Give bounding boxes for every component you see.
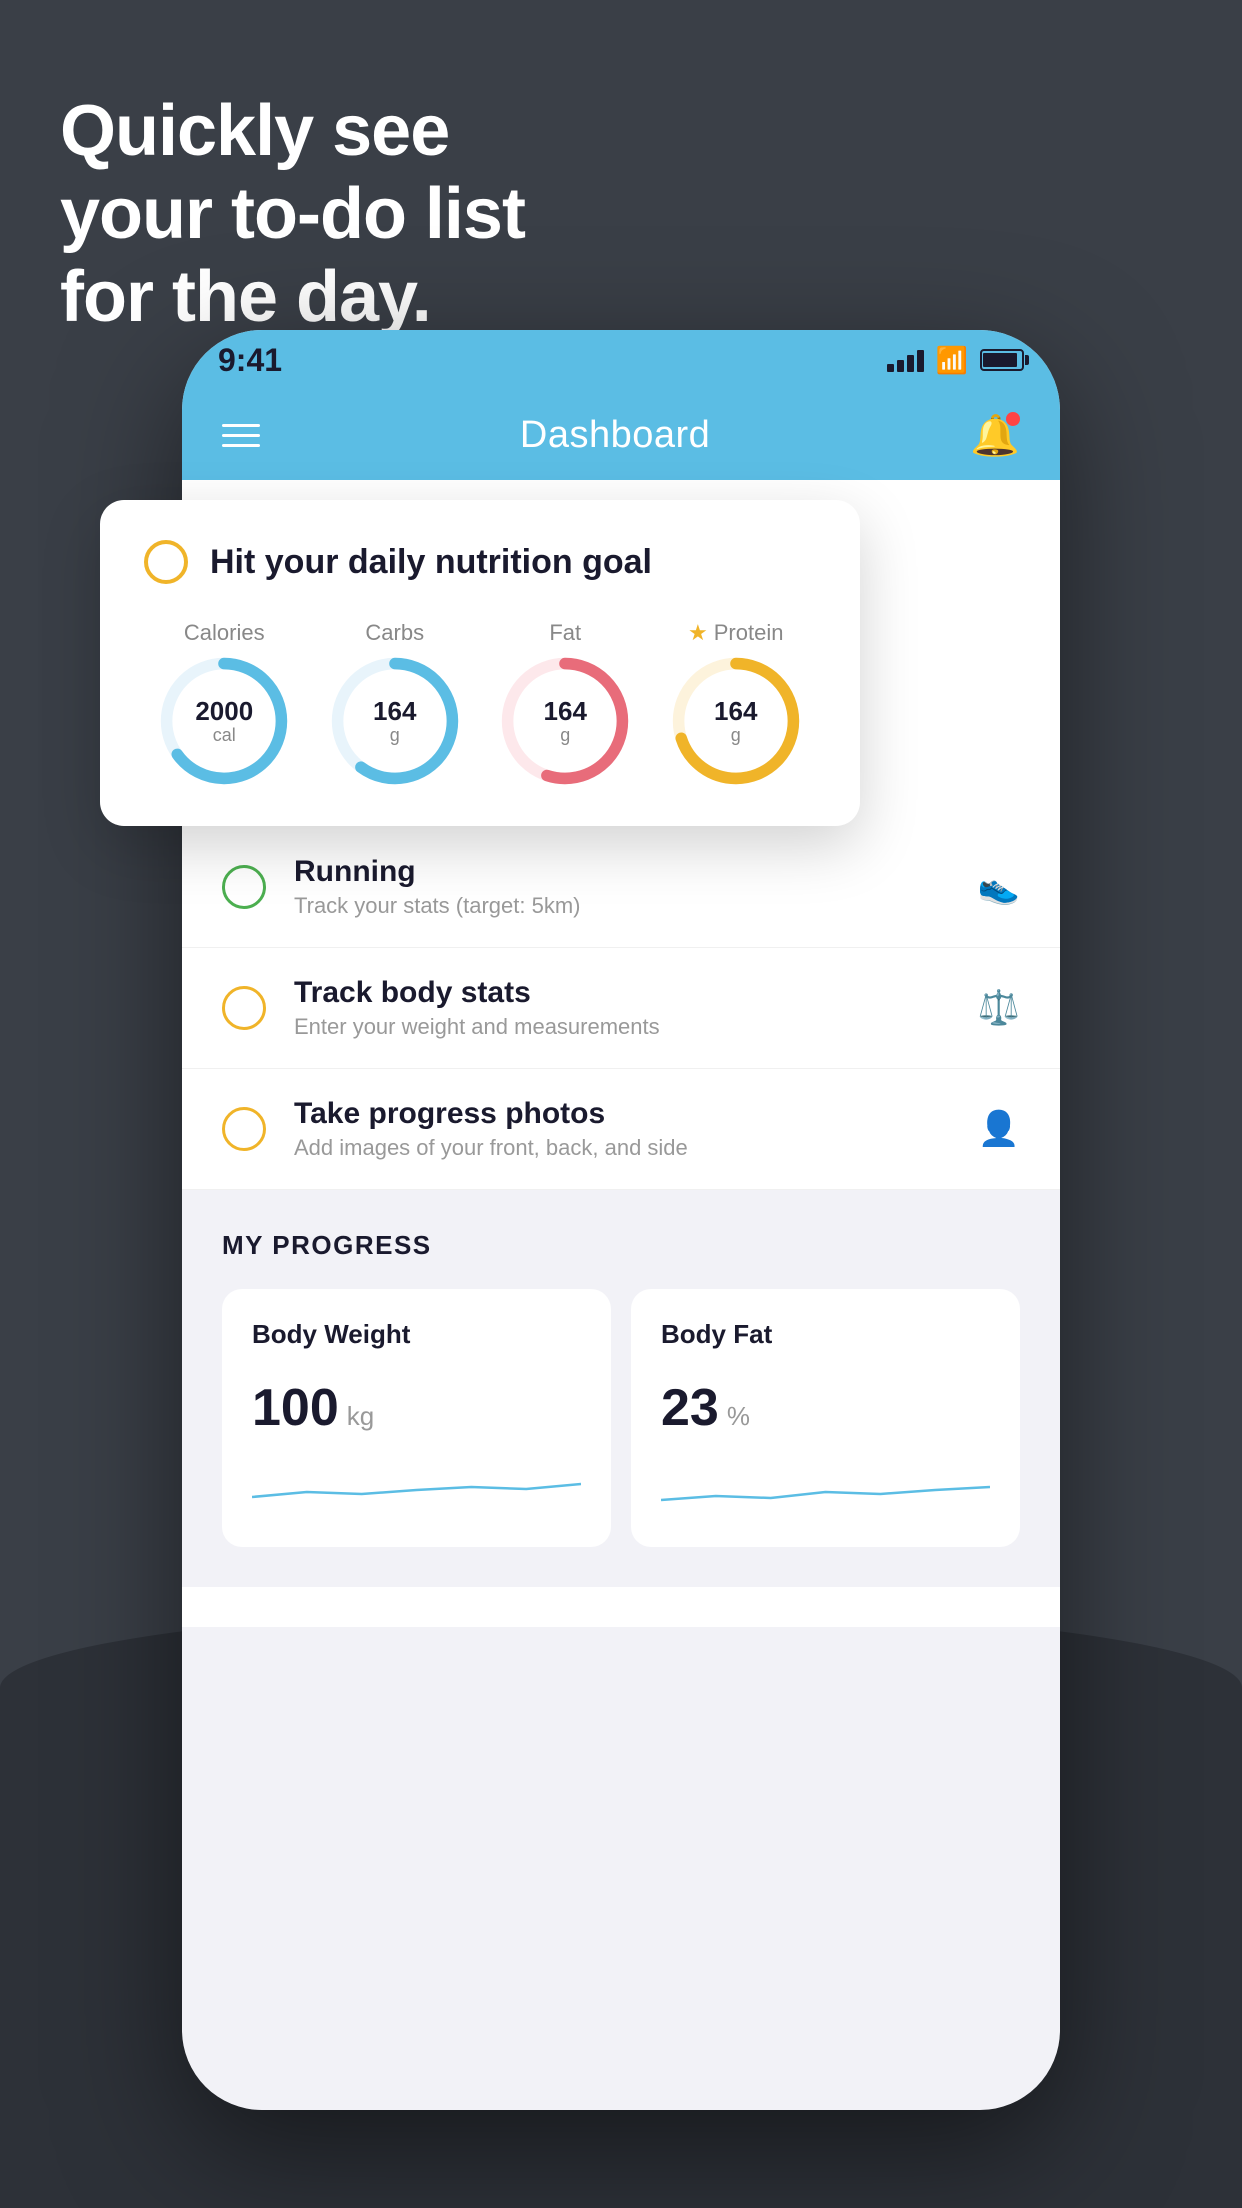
body-fat-card[interactable]: Body Fat 23 % xyxy=(631,1289,1020,1547)
todo-subtitle-photos: Add images of your front, back, and side xyxy=(294,1135,950,1161)
body-weight-unit: kg xyxy=(347,1401,374,1432)
status-bar: 9:41 📶 xyxy=(182,330,1060,390)
todo-subtitle-running: Track your stats (target: 5km) xyxy=(294,893,950,919)
body-weight-value: 100 xyxy=(252,1378,339,1438)
todo-checkbox-photos[interactable] xyxy=(222,1107,266,1151)
fat-unit: g xyxy=(544,725,587,745)
notification-dot xyxy=(1006,412,1020,426)
body-weight-card[interactable]: Body Weight 100 kg xyxy=(222,1289,611,1547)
body-stats-icon: ⚖️ xyxy=(978,988,1020,1028)
carbs-label: Carbs xyxy=(365,620,424,646)
status-time: 9:41 xyxy=(218,342,282,379)
todo-subtitle-body-stats: Enter your weight and measurements xyxy=(294,1014,950,1040)
signal-icon xyxy=(887,348,924,372)
progress-cards: Body Weight 100 kg Body Fat 23 % xyxy=(222,1289,1020,1547)
todo-item-photos[interactable]: Take progress photos Add images of your … xyxy=(182,1069,1060,1190)
calories-donut: 2000 cal xyxy=(159,656,289,786)
body-weight-title: Body Weight xyxy=(252,1319,581,1350)
fat-donut: 164 g xyxy=(500,656,630,786)
menu-button[interactable] xyxy=(222,424,260,447)
todo-list: Running Track your stats (target: 5km) 👟… xyxy=(182,827,1060,1190)
fat-label: Fat xyxy=(549,620,581,646)
calories-item: Calories 2000 cal xyxy=(159,620,289,786)
body-weight-chart xyxy=(252,1462,581,1512)
body-fat-chart xyxy=(661,1462,990,1512)
body-fat-unit: % xyxy=(727,1401,750,1432)
protein-value: 164 xyxy=(714,697,757,726)
wifi-icon: 📶 xyxy=(936,345,968,376)
carbs-donut: 164 g xyxy=(330,656,460,786)
todo-title-running: Running xyxy=(294,855,950,889)
carbs-value: 164 xyxy=(373,697,416,726)
nutrients-row: Calories 2000 cal Carbs xyxy=(144,620,816,786)
notification-button[interactable]: 🔔 xyxy=(970,412,1020,459)
nutrition-card-title: Hit your daily nutrition goal xyxy=(210,543,652,582)
protein-donut: 164 g xyxy=(671,656,801,786)
todo-item-running[interactable]: Running Track your stats (target: 5km) 👟 xyxy=(182,827,1060,948)
body-fat-value: 23 xyxy=(661,1378,719,1438)
todo-title-photos: Take progress photos xyxy=(294,1097,950,1131)
status-icons: 📶 xyxy=(887,345,1024,376)
fat-value: 164 xyxy=(544,697,587,726)
calories-unit: cal xyxy=(195,725,253,745)
carbs-unit: g xyxy=(373,725,416,745)
headline: Quickly see your to-do list for the day. xyxy=(60,90,525,338)
calories-value: 2000 xyxy=(195,697,253,726)
fat-item: Fat 164 g xyxy=(500,620,630,786)
star-icon: ★ xyxy=(688,620,708,646)
body-fat-title: Body Fat xyxy=(661,1319,990,1350)
running-icon: 👟 xyxy=(978,867,1020,907)
todo-checkbox-body-stats[interactable] xyxy=(222,986,266,1030)
progress-header: MY PROGRESS xyxy=(222,1230,1020,1261)
protein-unit: g xyxy=(714,725,757,745)
progress-section: MY PROGRESS Body Weight 100 kg Body Fat xyxy=(182,1190,1060,1587)
protein-item: ★ Protein 164 g xyxy=(671,620,801,786)
header-title: Dashboard xyxy=(520,414,710,457)
todo-checkbox-running[interactable] xyxy=(222,865,266,909)
calories-label: Calories xyxy=(184,620,265,646)
nutrition-card: Hit your daily nutrition goal Calories 2… xyxy=(100,500,860,826)
nutrition-checkbox[interactable] xyxy=(144,540,188,584)
battery-icon xyxy=(980,349,1024,371)
carbs-item: Carbs 164 g xyxy=(330,620,460,786)
protein-label: ★ Protein xyxy=(688,620,783,646)
app-header: Dashboard 🔔 xyxy=(182,390,1060,480)
todo-title-body-stats: Track body stats xyxy=(294,976,950,1010)
todo-item-body-stats[interactable]: Track body stats Enter your weight and m… xyxy=(182,948,1060,1069)
photos-icon: 👤 xyxy=(978,1109,1020,1149)
